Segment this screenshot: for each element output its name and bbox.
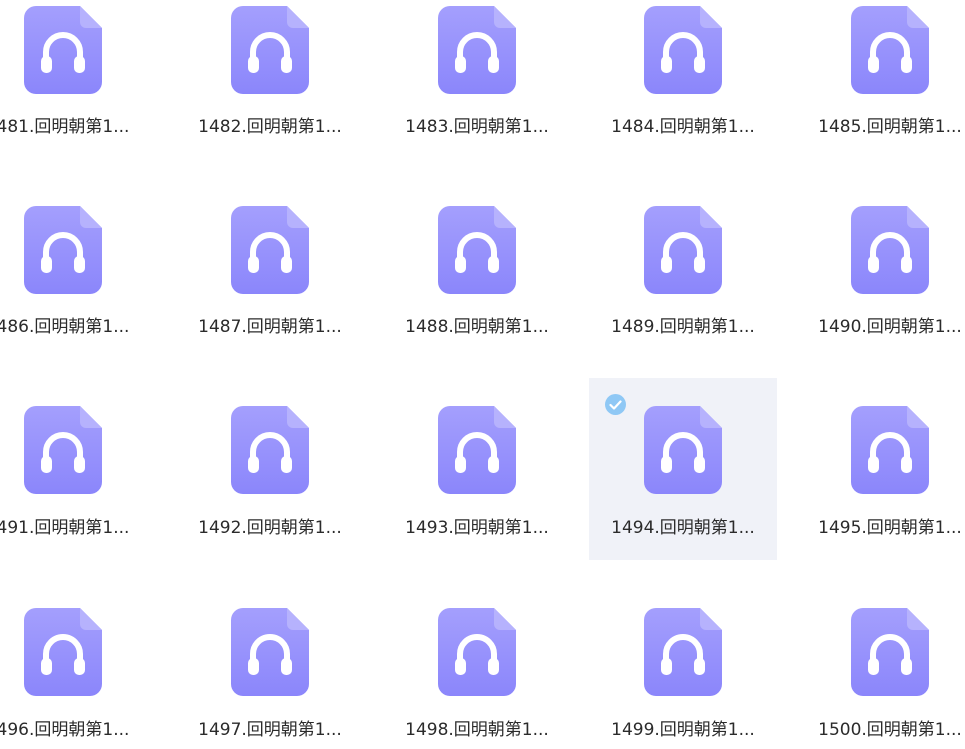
audio-file-icon <box>644 608 722 696</box>
file-item-15[interactable]: 1495.回明朝第1... <box>796 378 965 560</box>
file-item-14[interactable]: 1494.回明朝第1... <box>589 378 777 560</box>
headphones-icon <box>438 206 516 294</box>
audio-file-icon <box>231 608 309 696</box>
file-item-17[interactable]: 1497.回明朝第1... <box>176 601 364 749</box>
audio-file-icon <box>24 6 102 94</box>
file-item-8[interactable]: 1488.回明朝第1... <box>383 200 571 382</box>
file-item-10[interactable]: 1490.回明朝第1... <box>796 200 965 382</box>
headphones-icon <box>24 406 102 494</box>
file-name-label: 1497.回明朝第1... <box>198 720 342 740</box>
file-name-label: 1487.回明朝第1... <box>198 317 342 337</box>
file-name-label: 1498.回明朝第1... <box>405 720 549 740</box>
file-name-label: 1483.回明朝第1... <box>405 117 549 137</box>
file-item-13[interactable]: 1493.回明朝第1... <box>383 378 571 560</box>
headphones-icon <box>644 608 722 696</box>
file-name-label: 1485.回明朝第1... <box>818 117 962 137</box>
file-name-label: 486.回明朝第1... <box>0 317 130 337</box>
audio-file-icon <box>851 608 929 696</box>
headphones-icon <box>24 6 102 94</box>
file-item-1[interactable]: 481.回明朝第1... <box>0 0 157 182</box>
file-item-4[interactable]: 1484.回明朝第1... <box>589 0 777 182</box>
audio-file-icon <box>438 6 516 94</box>
file-name-label: 1484.回明朝第1... <box>611 117 755 137</box>
headphones-icon <box>231 6 309 94</box>
file-name-label: 1495.回明朝第1... <box>818 518 962 538</box>
file-item-20[interactable]: 1500.回明朝第1... <box>796 601 965 749</box>
headphones-icon <box>438 608 516 696</box>
file-item-16[interactable]: 496.回明朝第1... <box>0 601 157 749</box>
file-name-label: 1488.回明朝第1... <box>405 317 549 337</box>
headphones-icon <box>644 406 722 494</box>
file-item-11[interactable]: 491.回明朝第1... <box>0 378 157 560</box>
headphones-icon <box>851 206 929 294</box>
audio-file-icon <box>644 6 722 94</box>
checkmark-icon <box>609 399 622 410</box>
file-item-2[interactable]: 1482.回明朝第1... <box>176 0 364 182</box>
audio-file-icon <box>231 206 309 294</box>
headphones-icon <box>851 6 929 94</box>
audio-file-icon <box>24 206 102 294</box>
audio-file-icon <box>438 206 516 294</box>
headphones-icon <box>644 6 722 94</box>
file-name-label: 1492.回明朝第1... <box>198 518 342 538</box>
file-name-label: 1489.回明朝第1... <box>611 317 755 337</box>
headphones-icon <box>438 406 516 494</box>
headphones-icon <box>24 206 102 294</box>
file-name-label: 481.回明朝第1... <box>0 117 130 137</box>
file-name-label: 1493.回明朝第1... <box>405 518 549 538</box>
audio-file-icon <box>24 608 102 696</box>
file-grid: 481.回明朝第1... 1482.回明朝第1... 1483.回明朝第1...… <box>0 0 965 749</box>
file-name-label: 491.回明朝第1... <box>0 518 130 538</box>
file-item-12[interactable]: 1492.回明朝第1... <box>176 378 364 560</box>
file-item-3[interactable]: 1483.回明朝第1... <box>383 0 571 182</box>
audio-file-icon <box>644 406 722 494</box>
headphones-icon <box>231 608 309 696</box>
audio-file-icon <box>644 206 722 294</box>
file-name-label: 1490.回明朝第1... <box>818 317 962 337</box>
audio-file-icon <box>438 608 516 696</box>
file-name-label: 1499.回明朝第1... <box>611 720 755 740</box>
headphones-icon <box>231 406 309 494</box>
audio-file-icon <box>438 406 516 494</box>
audio-file-icon <box>851 6 929 94</box>
headphones-icon <box>438 6 516 94</box>
file-item-19[interactable]: 1499.回明朝第1... <box>589 601 777 749</box>
audio-file-icon <box>231 406 309 494</box>
file-item-6[interactable]: 486.回明朝第1... <box>0 200 157 382</box>
selected-check-icon[interactable] <box>605 394 626 415</box>
audio-file-icon <box>851 406 929 494</box>
audio-file-icon <box>231 6 309 94</box>
file-item-5[interactable]: 1485.回明朝第1... <box>796 0 965 182</box>
file-item-9[interactable]: 1489.回明朝第1... <box>589 200 777 382</box>
headphones-icon <box>644 206 722 294</box>
file-item-18[interactable]: 1498.回明朝第1... <box>383 601 571 749</box>
audio-file-icon <box>24 406 102 494</box>
headphones-icon <box>24 608 102 696</box>
file-name-label: 1500.回明朝第1... <box>818 720 962 740</box>
headphones-icon <box>851 406 929 494</box>
file-item-7[interactable]: 1487.回明朝第1... <box>176 200 364 382</box>
headphones-icon <box>851 608 929 696</box>
file-name-label: 1494.回明朝第1... <box>611 518 755 538</box>
file-name-label: 496.回明朝第1... <box>0 720 130 740</box>
audio-file-icon <box>851 206 929 294</box>
headphones-icon <box>231 206 309 294</box>
file-name-label: 1482.回明朝第1... <box>198 117 342 137</box>
